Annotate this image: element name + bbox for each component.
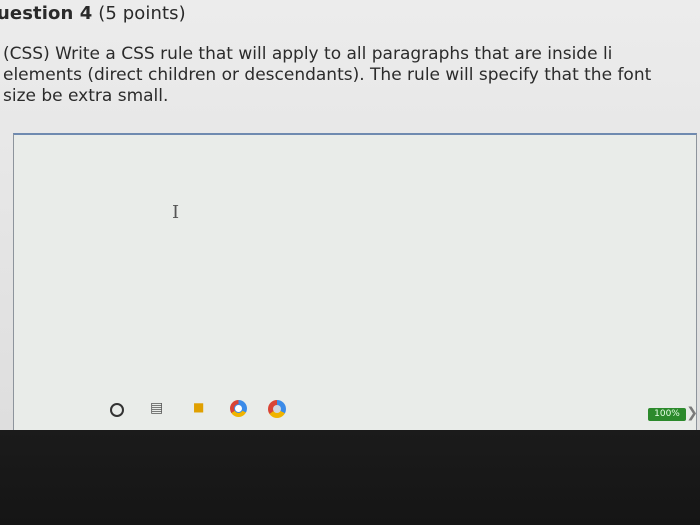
question-points: (5 points) [92, 3, 186, 24]
chrome-profile-icon[interactable] [268, 400, 286, 418]
store-icon[interactable]: ■ [193, 400, 204, 414]
answer-textarea[interactable]: ❯ [13, 133, 698, 433]
task-view-icon[interactable]: ▤ [150, 400, 163, 416]
browser-page: uestion 4 (5 points) (CSS) Write a CSS r… [0, 0, 700, 433]
question-text: (CSS) Write a CSS rule that will apply t… [3, 44, 652, 106]
chrome-icon[interactable] [230, 400, 247, 417]
monitor-bezel [0, 430, 700, 525]
question-header: uestion 4 (5 points) [0, 3, 186, 24]
question-number: uestion 4 [0, 3, 93, 24]
zoom-indicator[interactable]: 100% [648, 408, 686, 421]
search-icon[interactable] [110, 403, 124, 417]
text-cursor-icon: I [172, 202, 180, 223]
taskbar: ▤ ■ [0, 400, 700, 422]
